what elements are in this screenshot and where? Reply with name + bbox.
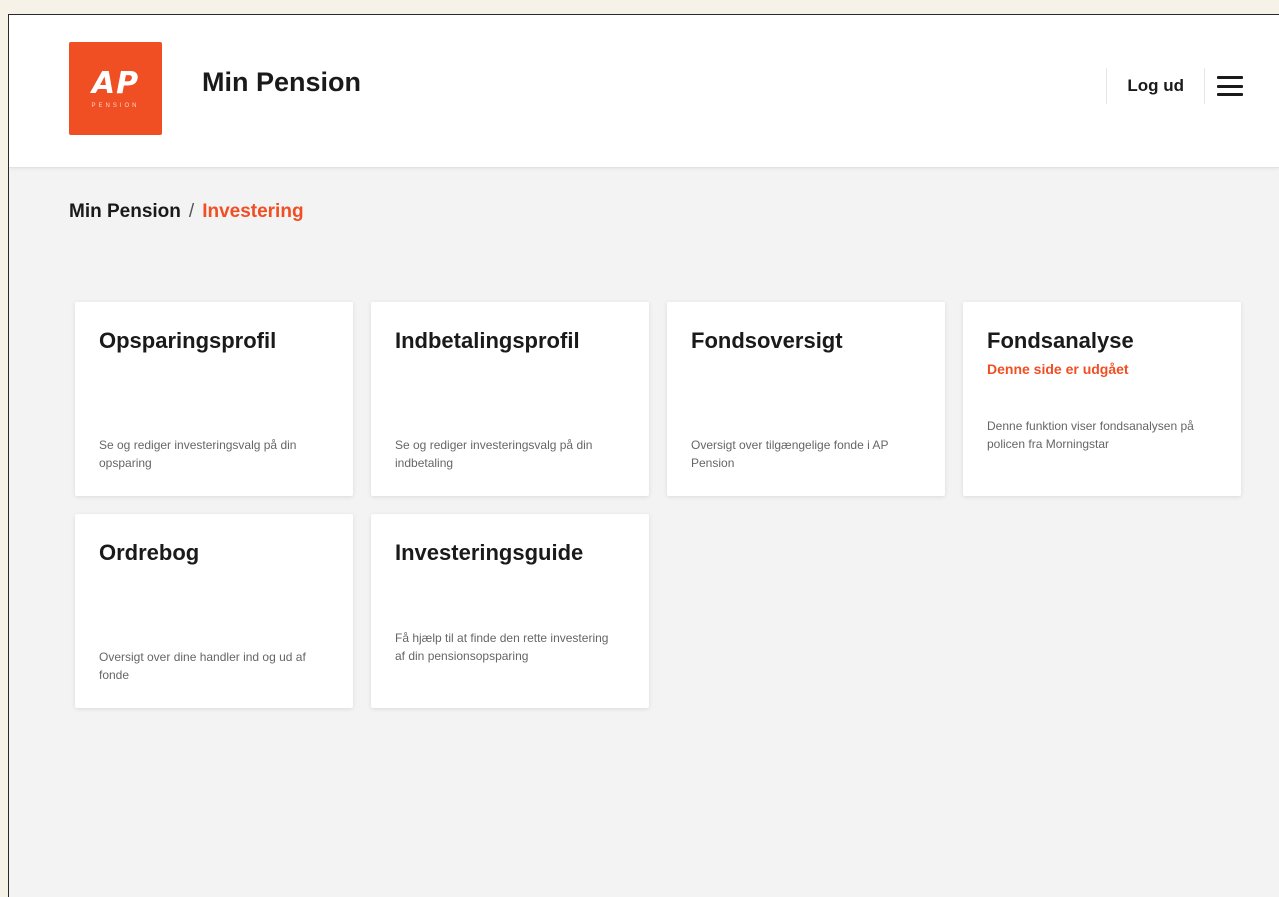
card-title: Opsparingsprofil — [99, 328, 277, 353]
card-title: Investeringsguide — [395, 540, 584, 565]
app-window: AP PENSION Min Pension Log ud Min Pensio… — [8, 14, 1279, 897]
top-header: AP PENSION Min Pension Log ud — [9, 15, 1279, 168]
card-indbetalingsprofil[interactable]: Indbetalingsprofil Se og rediger investe… — [371, 302, 649, 496]
card-title: Fondsanalyse — [987, 328, 1134, 353]
breadcrumb-parent-link[interactable]: Min Pension — [69, 201, 181, 222]
card-title: Fondsoversigt — [691, 328, 843, 353]
card-fondsoversigt[interactable]: Fondsoversigt Oversigt over tilgængelige… — [667, 302, 945, 496]
card-description: Få hjælp til at finde den rette invester… — [395, 631, 609, 663]
breadcrumb-separator: / — [188, 201, 195, 222]
app-title: Min Pension — [202, 67, 362, 97]
card-description: Oversigt over dine handler ind og ud af … — [99, 650, 306, 682]
ap-pension-logo[interactable]: AP PENSION — [69, 42, 162, 135]
card-description: Se og rediger investeringsvalg på din op… — [99, 438, 297, 470]
menu-icon-bar — [1217, 76, 1243, 79]
logout-button[interactable]: Log ud — [1106, 68, 1205, 104]
menu-icon-bar — [1217, 93, 1243, 96]
card-ordrebog[interactable]: Ordrebog Oversigt over dine handler ind … — [75, 514, 353, 708]
logo-subtext: PENSION — [91, 102, 140, 109]
hamburger-menu-icon[interactable] — [1217, 76, 1243, 96]
card-description: Oversigt over tilgængelige fonde i AP Pe… — [691, 438, 889, 470]
card-opsparingsprofil[interactable]: Opsparingsprofil Se og rediger investeri… — [75, 302, 353, 496]
card-fondsanalyse[interactable]: Fondsanalyse Denne side er udgået Denne … — [963, 302, 1241, 496]
logo-text: AP — [91, 65, 140, 101]
card-investeringsguide[interactable]: Investeringsguide Få hjælp til at finde … — [371, 514, 649, 708]
card-title: Indbetalingsprofil — [395, 328, 580, 353]
card-description: Se og rediger investeringsvalg på din in… — [395, 438, 593, 470]
breadcrumb: Min Pension / Investering — [69, 201, 304, 223]
card-description: Denne funktion viser fondsanalysen på po… — [987, 419, 1194, 451]
card-deprecated-note: Denne side er udgået — [987, 361, 1129, 377]
menu-icon-bar — [1217, 84, 1243, 88]
card-title: Ordrebog — [99, 540, 200, 565]
header-actions: Log ud — [1106, 68, 1243, 104]
breadcrumb-current: Investering — [202, 201, 304, 222]
